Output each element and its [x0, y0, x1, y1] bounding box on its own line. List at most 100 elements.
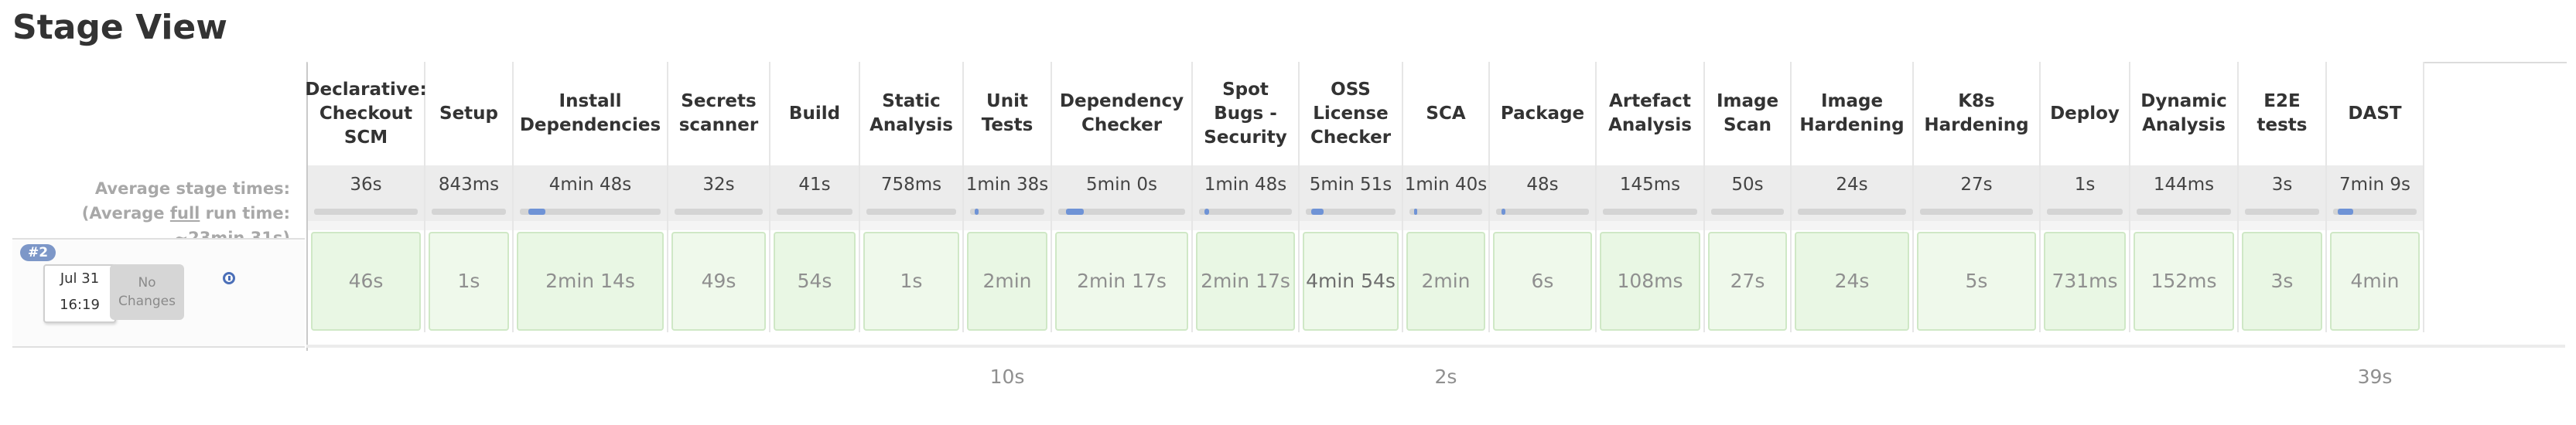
- stage-separator: [514, 221, 667, 230]
- table-bottom-border: [306, 345, 2565, 348]
- progress-track: [777, 209, 852, 215]
- stage-separator: [2130, 221, 2237, 230]
- stage-column: DAST 7min 9s 4min 39s: [2327, 62, 2424, 388]
- stage-average-time: 41s: [770, 165, 859, 204]
- stage-progress-bar: [1490, 204, 1595, 221]
- stage-run-cell[interactable]: 1s: [429, 232, 509, 331]
- stage-run-cell[interactable]: 2min 14s: [517, 232, 664, 331]
- stage-run-cell[interactable]: 3s: [2242, 232, 2322, 331]
- changes-box[interactable]: No Changes: [110, 264, 184, 320]
- build-date-box[interactable]: Jul 31 16:19: [43, 264, 116, 323]
- stage-separator: [1705, 221, 1790, 230]
- stage-average-time: 843ms: [425, 165, 512, 204]
- stage-run-cell[interactable]: 46s: [311, 232, 421, 331]
- build-time: 16:19: [60, 297, 100, 313]
- stage-run-cell[interactable]: 2min 10s: [967, 232, 1047, 388]
- stage-average-time: 144ms: [2130, 165, 2237, 204]
- stage-run-cell[interactable]: 2min 17s: [1055, 232, 1188, 331]
- stage-column: OSS License Checker 5min 51s 4min 54s: [1300, 62, 1403, 332]
- stage-name: Package: [1490, 62, 1595, 165]
- stage-average-time: 5min 51s: [1300, 165, 1402, 204]
- progress-track: [432, 209, 506, 215]
- stage-run-cell[interactable]: 152ms: [2134, 232, 2234, 331]
- stage-run-cell[interactable]: 49s: [671, 232, 766, 331]
- progress-track: [2137, 209, 2231, 215]
- stage-progress-bar: [1403, 204, 1488, 221]
- progress-fill: [1413, 209, 1418, 215]
- stage-average-time: 24s: [1792, 165, 1912, 204]
- stage-separator: [2041, 221, 2129, 230]
- stage-run-cell[interactable]: 731ms: [2044, 232, 2126, 331]
- stage-run-cell[interactable]: 4min 54s: [1303, 232, 1399, 331]
- progress-track: [1409, 209, 1482, 215]
- stage-column: SCA 1min 40s 2min 2s: [1403, 62, 1490, 388]
- stage-progress-bar: [2041, 204, 2129, 221]
- stage-column: Declarative: Checkout SCM 36s 46s: [305, 62, 427, 332]
- stage-progress-bar: [1914, 204, 2039, 221]
- stage-column: E2E tests 3s 3s: [2239, 62, 2327, 332]
- stage-progress-bar: [770, 204, 859, 221]
- avg-label-line2: (Average full run time:: [12, 201, 290, 226]
- progress-fill: [1065, 209, 1084, 215]
- progress-track: [970, 209, 1044, 215]
- stage-name: Install Dependencies: [514, 62, 667, 165]
- stage-average-time: 1min 38s: [964, 165, 1051, 204]
- progress-track: [520, 209, 661, 215]
- stage-name: Dynamic Analysis: [2130, 62, 2237, 165]
- stage-column: Dynamic Analysis 144ms 152ms: [2130, 62, 2239, 332]
- build-number-badge[interactable]: #2: [20, 244, 56, 261]
- full-run-time-link[interactable]: full: [170, 204, 200, 223]
- progress-track: [2047, 209, 2123, 215]
- stage-run-cell[interactable]: 4min 39s: [2330, 232, 2420, 388]
- progress-track: [866, 209, 956, 215]
- stage-run-cell[interactable]: 2min 17s: [1196, 232, 1295, 331]
- stage-separator: [1597, 221, 1703, 230]
- stage-column: Deploy 1s 731ms: [2041, 62, 2130, 332]
- summary-column: Average stage times: (Average full run t…: [0, 0, 306, 348]
- stage-separator: [770, 221, 859, 230]
- stage-name: E2E tests: [2239, 62, 2325, 165]
- stage-separator: [1490, 221, 1595, 230]
- stage-column: Spot Bugs - Security 1min 48s 2min 17s: [1193, 62, 1300, 332]
- info-icon[interactable]: [223, 272, 235, 284]
- stage-run-cell[interactable]: 1s: [863, 232, 959, 331]
- stage-run-cell[interactable]: 2min 2s: [1406, 232, 1485, 388]
- stage-column: Static Analysis 758ms 1s: [860, 62, 964, 332]
- avg-label-line1: Average stage times:: [94, 179, 290, 198]
- stage-average-time: 3s: [2239, 165, 2325, 204]
- stage-separator: [425, 221, 512, 230]
- stage-run-cell[interactable]: 6s: [1493, 232, 1592, 331]
- stage-name: Deploy: [2041, 62, 2129, 165]
- stage-average-time: 50s: [1705, 165, 1790, 204]
- stage-progress-bar: [1300, 204, 1402, 221]
- progress-track: [1306, 209, 1396, 215]
- stage-name: DAST: [2327, 62, 2423, 165]
- stage-progress-bar: [1193, 204, 1298, 221]
- stage-name: Dependency Checker: [1052, 62, 1191, 165]
- stage-average-time: 48s: [1490, 165, 1595, 204]
- stage-separator: [964, 221, 1051, 230]
- avg-label-prefix: (Average: [81, 204, 170, 223]
- stage-run-cell[interactable]: 54s: [774, 232, 856, 331]
- stage-run-cell[interactable]: 5s: [1917, 232, 2036, 331]
- stage-progress-bar: [2130, 204, 2237, 221]
- progress-fill: [1204, 209, 1210, 215]
- progress-track: [1798, 209, 1906, 215]
- stage-name: Spot Bugs - Security: [1193, 62, 1298, 165]
- progress-track: [1496, 209, 1589, 215]
- stage-average-time: 36s: [308, 165, 424, 204]
- progress-track: [1603, 209, 1697, 215]
- stage-column: Dependency Checker 5min 0s 2min 17s: [1052, 62, 1193, 332]
- stage-progress-bar: [964, 204, 1051, 221]
- stage-average-time: 5min 0s: [1052, 165, 1191, 204]
- stage-progress-bar: [860, 204, 962, 221]
- stage-name: Static Analysis: [860, 62, 962, 165]
- stage-progress-bar: [1792, 204, 1912, 221]
- progress-fill: [528, 209, 545, 215]
- stage-separator: [1403, 221, 1488, 230]
- stage-run-cell[interactable]: 27s: [1708, 232, 1787, 331]
- stage-run-cell[interactable]: 24s: [1795, 232, 1909, 331]
- stage-separator: [308, 221, 424, 230]
- stage-name: Build: [770, 62, 859, 165]
- stage-run-cell[interactable]: 108ms: [1600, 232, 1700, 331]
